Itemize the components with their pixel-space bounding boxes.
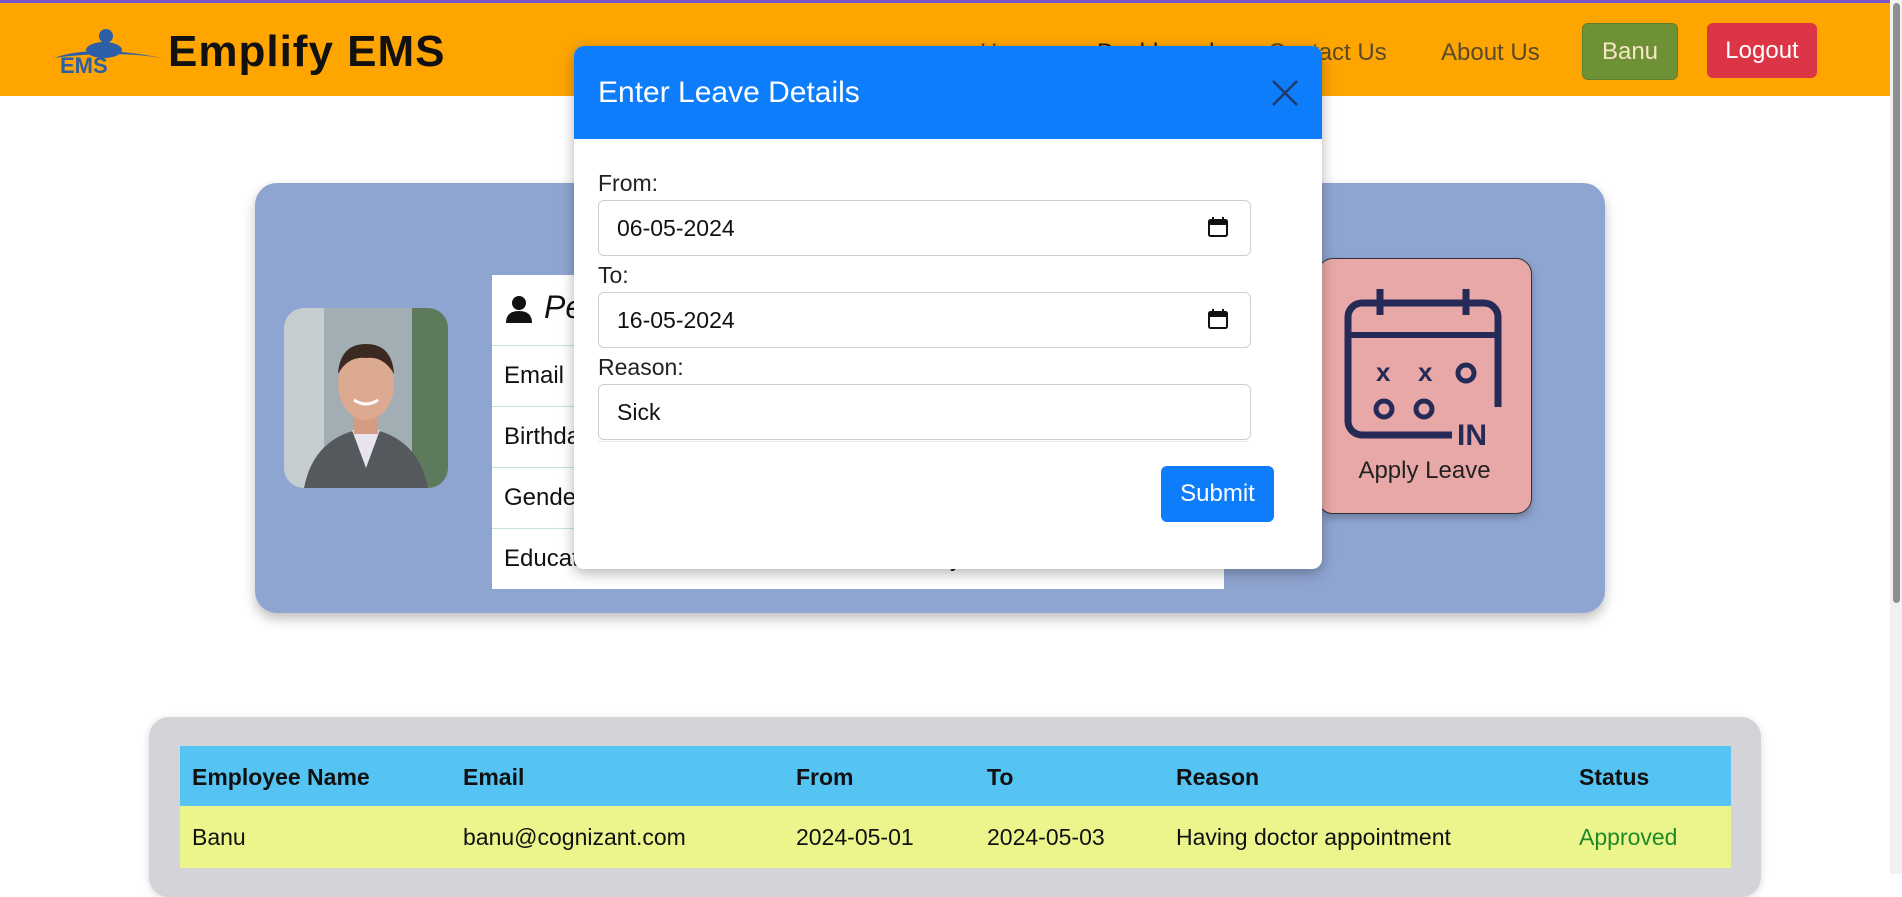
svg-text:x: x <box>1376 357 1391 387</box>
brand-title[interactable]: Emplify EMS <box>168 27 446 77</box>
from-label: From: <box>598 170 659 196</box>
col-status: Status <box>1579 764 1650 790</box>
cell-status: Approved <box>1579 824 1678 850</box>
cell-email: banu@cognizant.com <box>463 824 686 850</box>
col-employee-name: Employee Name <box>192 764 370 790</box>
from-date-value: 06-05-2024 <box>617 215 735 241</box>
nav-link-about-us[interactable]: About Us <box>1441 39 1540 67</box>
modal-header: Enter Leave Details <box>574 46 1322 139</box>
reason-value: Sick <box>617 399 661 425</box>
info-label-email: Email <box>504 362 565 389</box>
calendar-icon[interactable] <box>1208 309 1228 329</box>
cell-to: 2024-05-03 <box>987 824 1105 850</box>
leave-table-header: Employee Name Email From To Reason Statu… <box>180 746 1731 806</box>
reason-input[interactable]: Sick <box>598 384 1251 440</box>
info-label-education: Educat <box>504 545 579 572</box>
svg-text:x: x <box>1418 357 1433 387</box>
info-label-birthday: Birthda <box>504 423 581 450</box>
scrollbar-thumb[interactable] <box>1893 3 1900 603</box>
to-date-input[interactable]: 16-05-2024 <box>598 292 1251 348</box>
leave-details-modal: Enter Leave Details From: 06-05-2024 To:… <box>574 46 1322 569</box>
apply-leave-card[interactable]: x x IN Apply Leave <box>1317 258 1532 514</box>
cell-reason: Having doctor appointment <box>1176 824 1451 850</box>
cell-from: 2024-05-01 <box>796 824 914 850</box>
col-from: From <box>796 764 854 790</box>
profile-photo <box>284 308 448 488</box>
modal-title: Enter Leave Details <box>598 76 860 109</box>
svg-text:EMS: EMS <box>60 53 108 76</box>
col-email: Email <box>463 764 525 790</box>
ems-logo: EMS <box>54 29 162 76</box>
close-icon[interactable] <box>1270 78 1300 108</box>
info-label-gender: Gende <box>504 484 577 511</box>
col-reason: Reason <box>1176 764 1260 790</box>
from-date-input[interactable]: 06-05-2024 <box>598 200 1251 256</box>
user-button[interactable]: Banu <box>1582 23 1678 80</box>
reason-label: Reason: <box>598 354 684 380</box>
cell-employee-name: Banu <box>192 824 246 850</box>
to-date-value: 16-05-2024 <box>617 307 735 333</box>
person-icon <box>506 296 532 323</box>
modal-divider <box>598 441 1249 442</box>
svg-text:IN: IN <box>1457 419 1487 449</box>
apply-leave-label: Apply Leave <box>1358 457 1491 484</box>
table-row: Banu banu@cognizant.com 2024-05-01 2024-… <box>180 806 1731 868</box>
col-to: To <box>987 764 1014 790</box>
calendar-icon[interactable] <box>1208 217 1228 237</box>
calendar-in-icon: x x IN <box>1344 289 1502 449</box>
submit-button[interactable]: Submit <box>1161 466 1274 522</box>
to-label: To: <box>598 262 629 288</box>
logout-button[interactable]: Logout <box>1707 23 1817 78</box>
